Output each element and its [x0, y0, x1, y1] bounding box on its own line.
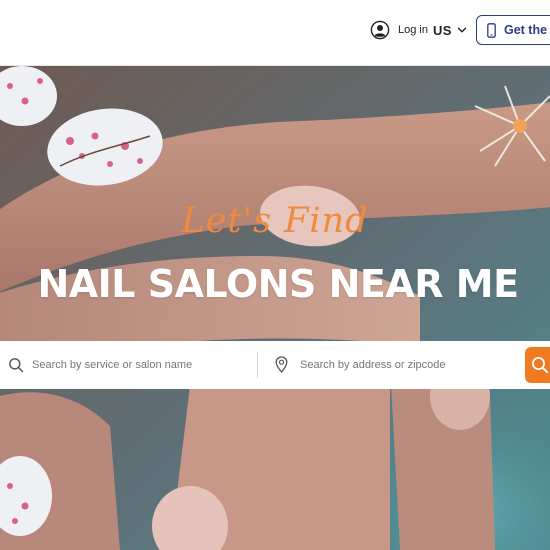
hero-banner: Let's Find NAIL SALONS NEAR ME [0, 66, 550, 550]
search-submit-button[interactable] [525, 347, 550, 383]
service-search-input[interactable] [32, 352, 247, 378]
search-icon [532, 357, 548, 373]
get-app-label: Get the App [504, 23, 550, 37]
location-search-input[interactable] [300, 352, 515, 378]
get-app-button[interactable]: Get the App [476, 15, 550, 45]
hero-tagline: Let's Find [181, 201, 369, 241]
search-bar [0, 341, 550, 389]
login-label: Log in [398, 24, 428, 36]
chevron-down-icon [457, 27, 466, 33]
search-icon [9, 358, 24, 373]
country-label: US [433, 22, 452, 38]
phone-icon [487, 22, 496, 38]
hero-background-image [0, 66, 550, 550]
user-circle-icon [370, 20, 390, 40]
search-divider [257, 352, 258, 378]
hero-headline: NAIL SALONS NEAR ME [37, 262, 519, 306]
map-pin-icon [275, 356, 288, 373]
top-header: Log in US Get the App [0, 0, 550, 66]
login-link[interactable]: Log in [370, 20, 428, 40]
country-selector[interactable]: US [433, 20, 467, 40]
